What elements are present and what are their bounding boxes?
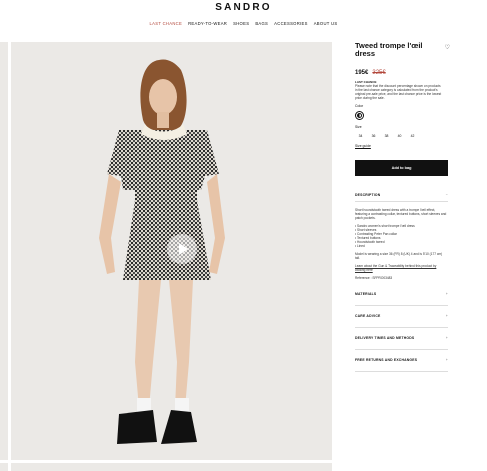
model-info: Model is wearing a size 36 (FR) 8 (UK) 4… — [355, 252, 443, 260]
nav-bags[interactable]: BAGS — [255, 21, 268, 26]
price-row: 195€ 325€ — [355, 70, 450, 76]
heart-icon[interactable]: ♡ — [445, 44, 450, 51]
previous-image-sliver[interactable] — [0, 42, 8, 460]
nav-accessories[interactable]: ACCESSORIES — [274, 21, 308, 26]
accordion-label: MATERIALS — [355, 292, 377, 296]
accordion-care-advice[interactable]: CARE ADVICE + — [355, 306, 448, 328]
nav-about-us[interactable]: ABOUT US — [314, 21, 338, 26]
size-option[interactable]: 34 — [355, 132, 366, 140]
product-info-panel: Tweed trompe l'œil dress ♡ 195€ 325€ LAS… — [355, 42, 450, 372]
nav-shoes[interactable]: SHOES — [233, 21, 249, 26]
accordion-returns[interactable]: FREE RETURNS AND EXCHANGES + — [355, 350, 448, 372]
traceability-link[interactable]: Learn about the Gun & Traceability behin… — [355, 264, 447, 272]
description-title: DESCRIPTION — [355, 193, 381, 197]
brand-logo[interactable]: SANDRO — [0, 2, 487, 13]
product-reference: Reference : SFPRO03483 — [355, 276, 393, 280]
color-label: Color — [355, 104, 364, 108]
size-option[interactable]: 40 — [394, 132, 405, 140]
site-header: SANDRO LAST CHANCE READY-TO-WEAR SHOES B… — [0, 0, 487, 40]
accordion-label: CARE ADVICE — [355, 314, 381, 318]
thumbnail-sliver-left[interactable] — [0, 463, 8, 471]
size-selector: 34 36 38 40 42 — [355, 132, 450, 140]
description-header[interactable]: DESCRIPTION − — [355, 193, 448, 202]
size-guide-link[interactable]: Size guide — [355, 144, 450, 148]
plus-icon: + — [445, 358, 448, 362]
play-video-button[interactable] — [167, 234, 197, 264]
description-body: Short houndstooth tweed dress with a tro… — [355, 202, 447, 280]
size-option[interactable]: 38 — [381, 132, 392, 140]
minus-icon: − — [445, 193, 448, 197]
main-nav: LAST CHANCE READY-TO-WEAR SHOES BAGS ACC… — [0, 21, 487, 26]
plus-icon: + — [445, 292, 448, 296]
thumbnail-sliver-main[interactable] — [11, 463, 332, 471]
nav-ready-to-wear[interactable]: READY-TO-WEAR — [188, 21, 227, 26]
original-price: 325€ — [372, 70, 386, 76]
description-bullets: • Sandro women's short trompe l'œil dres… — [355, 224, 447, 248]
accordion-label: FREE RETURNS AND EXCHANGES — [355, 358, 418, 362]
add-to-bag-button[interactable]: Add to bag — [355, 160, 448, 176]
last-chance-notice: Please note that the discount percentage… — [355, 84, 442, 100]
size-option[interactable]: 42 — [407, 132, 418, 140]
product-photo[interactable] — [11, 42, 332, 460]
accordion-materials[interactable]: MATERIALS + — [355, 284, 448, 306]
color-swatch[interactable] — [355, 111, 364, 120]
description-intro: Short houndstooth tweed dress with a tro… — [355, 208, 447, 220]
houndstooth-swatch-icon — [357, 113, 362, 118]
nav-last-chance[interactable]: LAST CHANCE — [150, 21, 183, 26]
plus-icon: + — [445, 336, 448, 340]
size-option[interactable]: 36 — [368, 132, 379, 140]
accordion-label: DELIVERY TIMES AND METHODS — [355, 336, 415, 340]
current-price: 195€ — [355, 70, 369, 76]
size-label: Size — [355, 125, 362, 129]
accordion-delivery[interactable]: DELIVERY TIMES AND METHODS + — [355, 328, 448, 350]
bullet-item: • Lined — [355, 244, 365, 248]
plus-icon: + — [445, 314, 448, 318]
product-title: Tweed trompe l'œil dress — [355, 41, 423, 58]
